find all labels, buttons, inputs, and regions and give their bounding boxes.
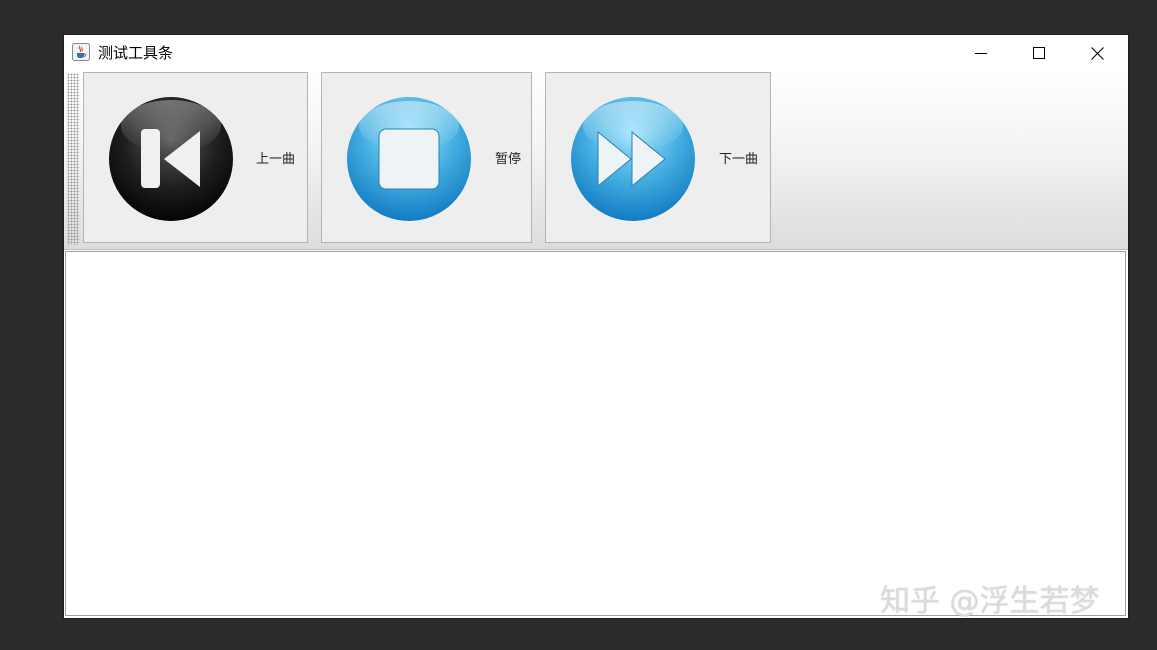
pause-label: 暂停 — [495, 152, 522, 167]
close-button[interactable] — [1068, 35, 1126, 71]
watermark: 知乎 @浮生若梦 — [880, 584, 1100, 619]
app-window: 测试工具条 上一曲 暂停 下一曲 — [64, 35, 1128, 618]
toolbar-drag-handle[interactable] — [67, 73, 79, 245]
window-title: 测试工具条 — [98, 44, 174, 62]
maximize-button[interactable] — [1010, 35, 1068, 71]
skip-previous-icon — [109, 97, 233, 221]
previous-track-label: 上一曲 — [256, 152, 296, 167]
pause-button[interactable]: 暂停 — [321, 72, 532, 243]
title-bar[interactable]: 测试工具条 — [64, 35, 1128, 71]
content-area — [65, 251, 1126, 616]
toolbar: 上一曲 暂停 下一曲 — [64, 71, 1128, 250]
next-track-label: 下一曲 — [719, 152, 759, 167]
java-cup-icon — [72, 43, 90, 61]
close-icon — [1090, 46, 1104, 60]
maximize-icon — [1033, 47, 1045, 59]
next-track-button[interactable]: 下一曲 — [545, 72, 771, 243]
previous-track-button[interactable]: 上一曲 — [83, 72, 308, 243]
minimize-icon — [975, 53, 987, 54]
fast-forward-icon — [571, 97, 695, 221]
minimize-button[interactable] — [952, 35, 1010, 71]
stop-icon — [347, 97, 471, 221]
